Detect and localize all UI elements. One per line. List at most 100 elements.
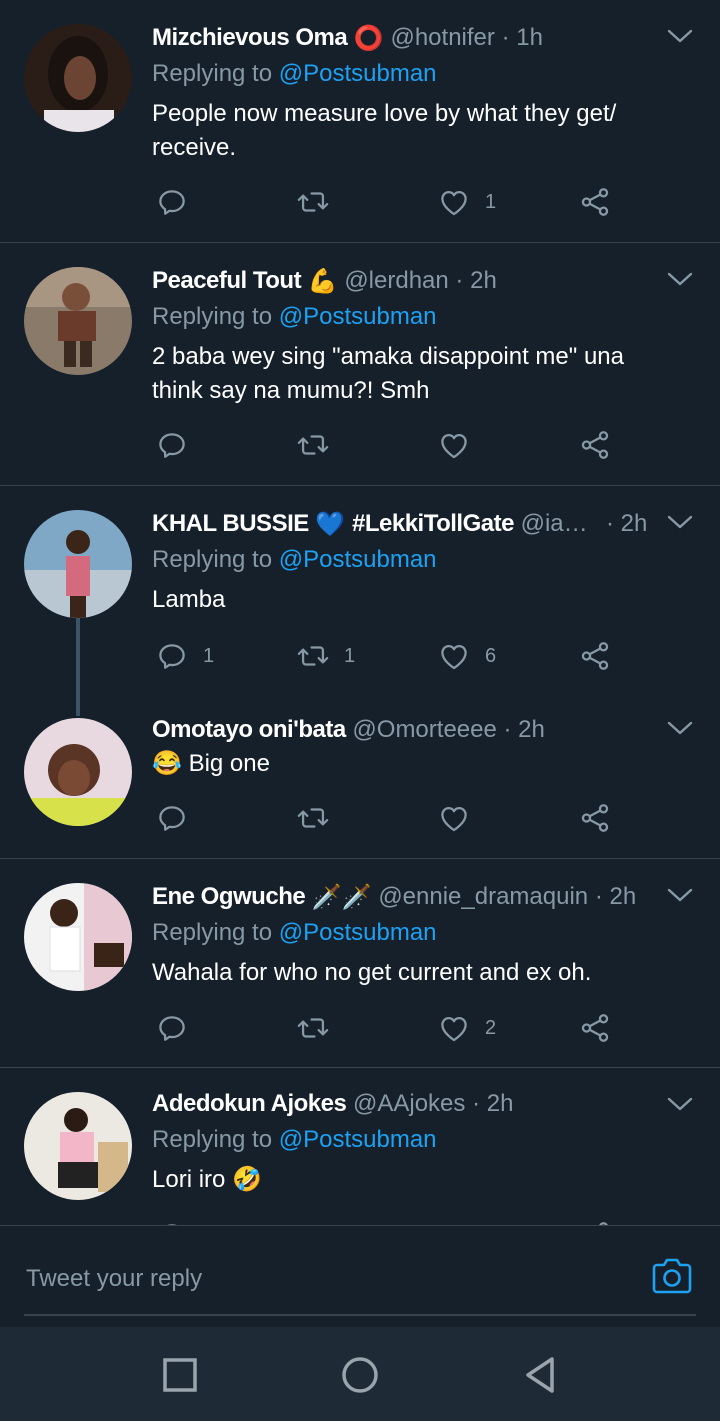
replying-to-user[interactable]: @Postsubman (279, 546, 437, 573)
display-name-hashtag: #LekkiTollGate (351, 510, 514, 537)
tweet-text: Lori iro (152, 1166, 226, 1193)
tweet-header: Ene Ogwuche 🗡️🗡️ @ennie_dramaquin · 2h (152, 880, 660, 914)
avatar[interactable] (24, 24, 132, 132)
chevron-down-icon[interactable] (666, 26, 694, 46)
separator: · (501, 24, 510, 51)
share-button[interactable] (578, 798, 612, 838)
chevron-down-icon[interactable] (666, 718, 694, 738)
divider (0, 858, 720, 859)
replying-to-label: Replying to (152, 60, 273, 87)
reply-button[interactable] (155, 182, 203, 222)
tweet-text: Wahala for who no get current and ex oh. (152, 959, 592, 986)
tweet-text: People now measure love by what they get… (152, 100, 617, 161)
user-handle[interactable]: @lerdhan (344, 267, 448, 294)
replying-to-label: Replying to (152, 919, 273, 946)
camera-icon[interactable] (650, 1254, 694, 1298)
replying-to-user[interactable]: @Postsubman (279, 60, 437, 87)
like-button[interactable]: 2 (437, 1008, 496, 1048)
recents-button[interactable] (156, 1351, 204, 1399)
retweet-icon (296, 801, 330, 835)
divider (0, 1067, 720, 1068)
replying-to: Replying to @Postsubman (152, 300, 437, 334)
retweet-button[interactable]: 1 (296, 636, 355, 676)
back-button[interactable] (516, 1351, 564, 1399)
retweet-button[interactable] (296, 425, 344, 465)
reply-button[interactable]: 1 (155, 636, 214, 676)
user-handle[interactable]: @hotnifer (390, 24, 494, 51)
avatar[interactable] (24, 883, 132, 991)
input-underline (24, 1314, 696, 1316)
like-button[interactable] (437, 425, 485, 465)
chevron-down-icon[interactable] (666, 512, 694, 532)
separator: · (594, 883, 603, 910)
heart-icon (437, 428, 471, 462)
display-name[interactable]: Mizchievous Oma (152, 24, 348, 51)
timestamp: 2h (518, 716, 545, 743)
share-button[interactable] (578, 1008, 612, 1048)
timestamp: 2h (620, 510, 648, 537)
home-button[interactable] (336, 1351, 384, 1399)
like-button[interactable] (437, 1216, 485, 1225)
like-button[interactable]: 6 (437, 636, 496, 676)
chevron-down-icon[interactable] (666, 1094, 694, 1114)
chevron-down-icon[interactable] (666, 885, 694, 905)
reply-icon (155, 639, 189, 673)
share-icon (578, 428, 612, 462)
avatar[interactable] (24, 718, 132, 826)
share-icon (578, 1011, 612, 1045)
retweet-button[interactable] (296, 182, 344, 222)
like-button[interactable]: 1 (437, 182, 496, 222)
recents-square-icon (163, 1358, 197, 1392)
reply-icon (155, 428, 189, 462)
emoji: 😂 (152, 750, 182, 777)
like-button[interactable] (437, 798, 485, 838)
tweet-header: Adedokun Ajokes @AAjokes · 2h (152, 1087, 660, 1121)
retweet-button[interactable] (296, 798, 344, 838)
emoji: 💪 (307, 267, 338, 295)
avatar[interactable] (24, 267, 132, 375)
user-handle[interactable]: @ia… (521, 510, 588, 537)
display-name[interactable]: Adedokun Ajokes (152, 1090, 347, 1117)
retweet-icon (296, 1011, 330, 1045)
share-button[interactable] (578, 1216, 612, 1225)
user-handle[interactable]: @ennie_dramaquin (378, 883, 588, 910)
chevron-down-icon[interactable] (666, 269, 694, 289)
avatar[interactable] (24, 510, 132, 618)
replying-to-user[interactable]: @Postsubman (279, 303, 437, 330)
retweet-button[interactable] (296, 1008, 344, 1048)
avatar[interactable] (24, 1092, 132, 1200)
user-handle[interactable]: @Omorteeee (352, 716, 496, 743)
share-button[interactable] (578, 182, 612, 222)
replying-to-label: Replying to (152, 303, 273, 330)
replying-to: Replying to @Postsubman (152, 916, 437, 950)
reply-input[interactable] (24, 1256, 608, 1302)
display-name[interactable]: Peaceful Tout (152, 267, 302, 294)
tweet-actions: 2 (152, 1008, 632, 1048)
like-count: 6 (485, 644, 497, 667)
replying-to-user[interactable]: @Postsubman (279, 919, 437, 946)
timestamp: 2h (609, 883, 637, 910)
user-handle[interactable]: @AAjokes (353, 1090, 465, 1117)
tweet-actions: 1 (152, 182, 632, 222)
reply-button[interactable] (155, 798, 203, 838)
tweet-actions: 1 1 6 (152, 636, 632, 676)
reply-button[interactable] (155, 1008, 203, 1048)
separator: · (472, 1090, 481, 1117)
share-button[interactable] (578, 636, 612, 676)
reply-icon (155, 1011, 189, 1045)
divider (0, 485, 720, 486)
reply-button[interactable] (155, 1216, 203, 1225)
display-name[interactable]: KHAL BUSSIE (152, 510, 309, 537)
tweet-header: Omotayo oni'bata @Omorteeee · 2h (152, 713, 660, 747)
timestamp: 2h (486, 1090, 514, 1117)
share-button[interactable] (578, 425, 612, 465)
retweet-count: 1 (344, 644, 356, 667)
replying-to-user[interactable]: @Postsubman (279, 1126, 437, 1153)
retweet-button[interactable] (296, 1216, 344, 1225)
display-name[interactable]: Omotayo oni'bata (152, 716, 346, 743)
reply-button[interactable] (155, 425, 203, 465)
retweet-icon (296, 639, 330, 673)
divider (0, 242, 720, 243)
display-name[interactable]: Ene Ogwuche (152, 883, 306, 910)
reply-composer (0, 1225, 720, 1328)
